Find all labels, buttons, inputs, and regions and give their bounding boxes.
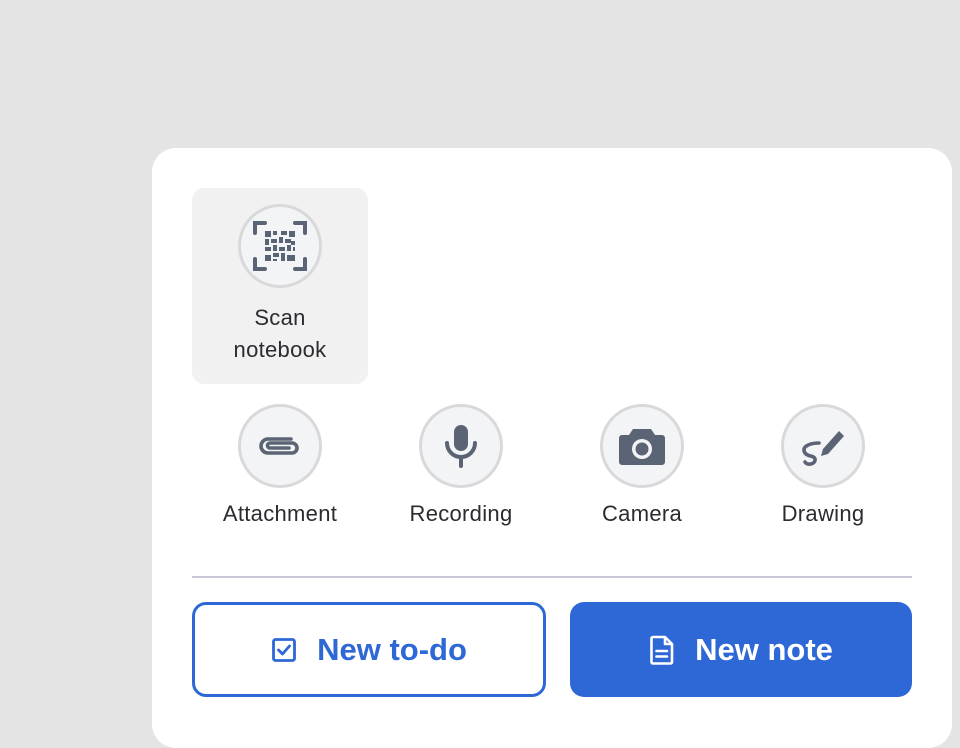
recording-button[interactable]: Recording	[373, 404, 549, 544]
drawing-circle	[781, 404, 865, 488]
camera-label: Camera	[601, 501, 683, 526]
new-note-label: New note	[695, 631, 833, 667]
attachment-button[interactable]: Attachment	[192, 404, 368, 544]
drawing-label: Drawing	[781, 501, 865, 526]
scan-notebook-circle	[238, 204, 322, 288]
microphone-icon	[445, 425, 477, 468]
drawing-button[interactable]: Drawing	[735, 404, 911, 544]
checkbox-icon	[271, 637, 297, 663]
divider	[192, 576, 912, 578]
document-icon	[649, 635, 675, 665]
attachment-circle	[238, 404, 322, 488]
new-note-button[interactable]: New note	[570, 602, 912, 697]
scan-notebook-label: Scan notebook	[233, 305, 327, 362]
scan-notebook-button[interactable]: Scan notebook	[192, 188, 368, 384]
attachment-label: Attachment	[222, 501, 338, 526]
new-todo-button[interactable]: New to-do	[192, 602, 546, 697]
new-item-sheet: Scan notebook Attachment Recording Camer…	[152, 148, 952, 748]
camera-circle	[600, 404, 684, 488]
camera-icon	[619, 429, 665, 465]
qr-scan-icon	[253, 221, 307, 271]
new-todo-label: New to-do	[317, 631, 467, 667]
camera-button[interactable]: Camera	[554, 404, 730, 544]
recording-label: Recording	[409, 501, 513, 526]
recording-circle	[419, 404, 503, 488]
pen-scribble-icon	[802, 431, 844, 466]
paperclip-icon	[259, 437, 299, 455]
